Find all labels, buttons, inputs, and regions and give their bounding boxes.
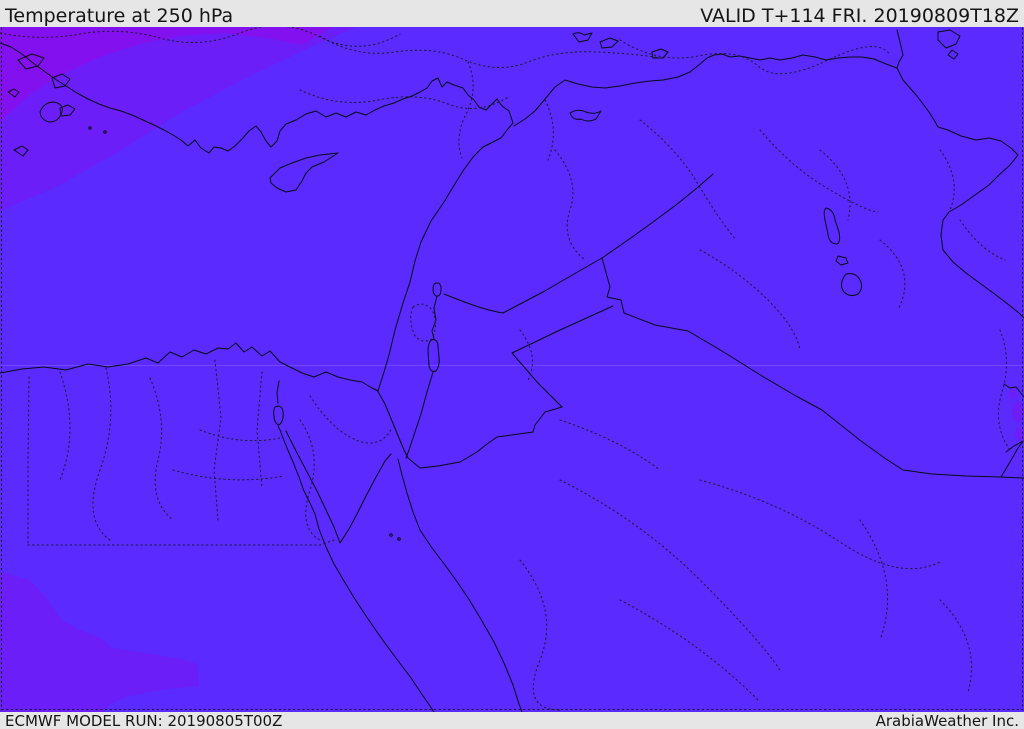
band-main-field — [0, 27, 1024, 712]
weather-map-window: Temperature at 250 hPa VALID T+114 FRI. … — [0, 0, 1024, 729]
temperature-bands — [0, 27, 1024, 712]
weather-map — [0, 27, 1024, 712]
map-area — [0, 27, 1024, 712]
brand-label: ArabiaWeather Inc. — [875, 712, 1019, 729]
model-run-label: ECMWF MODEL RUN: 20190805T00Z — [5, 712, 283, 729]
status-bar: ECMWF MODEL RUN: 20190805T00Z ArabiaWeat… — [0, 712, 1024, 729]
map-title: Temperature at 250 hPa — [5, 5, 234, 27]
valid-time-label: VALID T+114 FRI. 20190809T18Z — [700, 5, 1019, 27]
title-bar: Temperature at 250 hPa VALID T+114 FRI. … — [0, 0, 1024, 27]
band-medium-blob-east-3 — [1009, 389, 1017, 399]
